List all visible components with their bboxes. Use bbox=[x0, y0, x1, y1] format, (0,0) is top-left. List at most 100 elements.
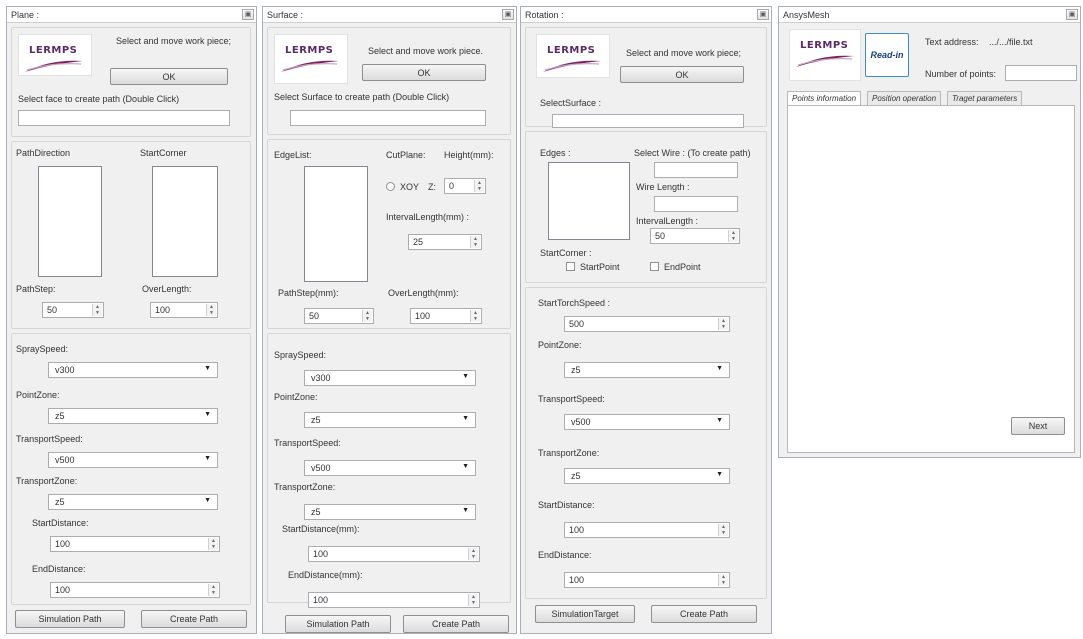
spinner-arrows-icon[interactable]: ▲ ▼ bbox=[92, 304, 102, 316]
rotation-end-point-checkbox[interactable] bbox=[650, 262, 659, 271]
spinner-arrows-icon[interactable]: ▲ ▼ bbox=[718, 524, 728, 536]
spinner-arrows-icon[interactable]: ▲ ▼ bbox=[208, 584, 218, 596]
surface-spray-speed-select[interactable]: v300 ▼ bbox=[304, 370, 476, 386]
rotation-interval-label: IntervalLength : bbox=[636, 216, 699, 226]
rotation-select-surface-input[interactable] bbox=[552, 114, 744, 128]
chevron-down-icon[interactable]: ▼ bbox=[462, 373, 469, 380]
surface-edge-group: EdgeList: CutPlane: Height(mm): XOY Z: 0… bbox=[267, 139, 511, 329]
spinner-arrows-icon[interactable]: ▲ ▼ bbox=[470, 236, 480, 248]
plane-ok-button[interactable]: OK bbox=[110, 68, 228, 85]
surface-over-length-label: OverLength(mm): bbox=[388, 288, 459, 298]
plane-path-step-spinner[interactable]: 50 ▲ ▼ bbox=[42, 302, 104, 318]
spinner-arrows-icon[interactable]: ▲ ▼ bbox=[468, 594, 478, 606]
plane-simulation-path-button[interactable]: Simulation Path bbox=[15, 610, 125, 628]
surface-select-label: Select Surface to create path (Double Cl… bbox=[274, 92, 450, 102]
chevron-down-icon[interactable]: ▼ bbox=[716, 417, 723, 424]
plane-path-direction-list[interactable] bbox=[38, 166, 102, 277]
chevron-down-icon[interactable]: ▼ bbox=[204, 411, 211, 418]
plane-end-distance-spinner[interactable]: 100 ▲ ▼ bbox=[50, 582, 220, 598]
rotation-transport-zone-select[interactable]: z5 ▼ bbox=[564, 468, 730, 484]
surface-edge-list[interactable] bbox=[304, 166, 368, 282]
surface-height-spinner[interactable]: 0 ▲ ▼ bbox=[444, 178, 486, 194]
surface-interval-spinner[interactable]: 25 ▲ ▼ bbox=[408, 234, 482, 250]
surface-interval-label: IntervalLength(mm) : bbox=[386, 212, 470, 222]
plane-over-length-spinner[interactable]: 100 ▲ ▼ bbox=[150, 302, 218, 318]
surface-select-input[interactable] bbox=[290, 110, 486, 126]
surface-start-distance-spinner[interactable]: 100 ▲ ▼ bbox=[308, 546, 480, 562]
plane-start-distance-spinner[interactable]: 100 ▲ ▼ bbox=[50, 536, 220, 552]
spinner-arrows-icon[interactable]: ▲ ▼ bbox=[728, 230, 738, 242]
rotation-ok-button[interactable]: OK bbox=[620, 66, 744, 83]
chevron-down-icon[interactable]: ▼ bbox=[204, 455, 211, 462]
rotation-simulation-target-button[interactable]: SimulationTarget bbox=[535, 605, 635, 623]
spinner-arrows-icon[interactable]: ▲ ▼ bbox=[474, 180, 484, 192]
spinner-arrows-icon[interactable]: ▲ ▼ bbox=[718, 318, 728, 330]
spinner-arrows-icon[interactable]: ▲ ▼ bbox=[208, 538, 218, 550]
spinner-arrows-icon[interactable]: ▲ ▼ bbox=[718, 574, 728, 586]
ansys-close-icon[interactable]: ▣ bbox=[1066, 9, 1078, 20]
ansys-logo-text: LERMPS bbox=[800, 40, 849, 51]
logo-swoosh-icon bbox=[543, 60, 601, 72]
plane-start-corner-list[interactable] bbox=[152, 166, 218, 277]
rotation-transport-speed-select[interactable]: v500 ▼ bbox=[564, 414, 730, 430]
surface-point-zone-select[interactable]: z5 ▼ bbox=[304, 412, 476, 428]
surface-create-path-button[interactable]: Create Path bbox=[403, 615, 509, 633]
rotation-start-point-checkbox[interactable] bbox=[566, 262, 575, 271]
surface-over-length-spinner[interactable]: 100 ▲ ▼ bbox=[410, 308, 482, 324]
tab-position-operation[interactable]: Position operation bbox=[867, 91, 942, 105]
surface-close-icon[interactable]: ▣ bbox=[502, 9, 514, 20]
plane-point-zone-select[interactable]: z5 ▼ bbox=[48, 408, 218, 424]
rotation-wire-length-input[interactable] bbox=[654, 196, 738, 212]
tab-target-parameters[interactable]: Traget parameters bbox=[947, 91, 1023, 105]
surface-xoy-radio[interactable] bbox=[386, 182, 395, 191]
ansys-next-button[interactable]: Next bbox=[1011, 417, 1065, 435]
rotation-interval-spinner[interactable]: 50 ▲ ▼ bbox=[650, 228, 740, 244]
chevron-down-icon[interactable]: ▼ bbox=[462, 463, 469, 470]
ansys-read-in-button[interactable]: Read-in bbox=[865, 33, 909, 77]
plane-create-path-button[interactable]: Create Path bbox=[141, 610, 247, 628]
plane-spray-speed-select[interactable]: v300 ▼ bbox=[48, 362, 218, 378]
surface-ok-button[interactable]: OK bbox=[362, 64, 486, 81]
rotation-wire-input[interactable] bbox=[654, 162, 738, 178]
plane-transport-speed-select[interactable]: v500 ▼ bbox=[48, 452, 218, 468]
rotation-start-torch-spinner[interactable]: 500 ▲ ▼ bbox=[564, 316, 730, 332]
plane-close-icon[interactable]: ▣ bbox=[242, 9, 254, 20]
ansys-num-points-input[interactable] bbox=[1005, 65, 1077, 81]
rotation-edges-list[interactable] bbox=[548, 162, 630, 240]
surface-edge-list-label: EdgeList: bbox=[274, 150, 312, 160]
plane-transport-zone-select[interactable]: z5 ▼ bbox=[48, 494, 218, 510]
rotation-end-distance-spinner[interactable]: 100 ▲ ▼ bbox=[564, 572, 730, 588]
rotation-start-torch-label: StartTorchSpeed : bbox=[538, 298, 611, 308]
surface-point-zone-label: PointZone: bbox=[274, 392, 318, 402]
surface-height-label: Height(mm): bbox=[444, 150, 494, 160]
chevron-down-icon[interactable]: ▼ bbox=[462, 507, 469, 514]
plane-title: Plane : bbox=[11, 10, 40, 20]
chevron-down-icon[interactable]: ▼ bbox=[204, 497, 211, 504]
spinner-arrows-icon[interactable]: ▲ ▼ bbox=[468, 548, 478, 560]
rotation-point-zone-label: PointZone: bbox=[538, 340, 582, 350]
surface-start-distance-label: StartDistance(mm): bbox=[282, 524, 360, 534]
spinner-arrows-icon[interactable]: ▲ ▼ bbox=[470, 310, 480, 322]
chevron-down-icon[interactable]: ▼ bbox=[462, 415, 469, 422]
rotation-point-zone-select[interactable]: z5 ▼ bbox=[564, 362, 730, 378]
tab-points-information[interactable]: Points information bbox=[787, 91, 862, 105]
rotation-create-path-button[interactable]: Create Path bbox=[651, 605, 757, 623]
chevron-down-icon[interactable]: ▼ bbox=[716, 365, 723, 372]
surface-path-step-spinner[interactable]: 50 ▲ ▼ bbox=[304, 308, 374, 324]
surface-logo-text: LERMPS bbox=[285, 45, 334, 56]
spinner-arrows-icon[interactable]: ▲ ▼ bbox=[206, 304, 216, 316]
plane-path-direction-label: PathDirection bbox=[16, 148, 71, 158]
plane-point-zone-label: PointZone: bbox=[16, 390, 60, 400]
surface-transport-zone-select[interactable]: z5 ▼ bbox=[304, 504, 476, 520]
surface-end-distance-spinner[interactable]: 100 ▲ ▼ bbox=[308, 592, 480, 608]
plane-path-step-label: PathStep: bbox=[16, 284, 56, 294]
chevron-down-icon[interactable]: ▼ bbox=[716, 471, 723, 478]
rotation-start-distance-label: StartDistance: bbox=[538, 500, 595, 510]
surface-transport-speed-select[interactable]: v500 ▼ bbox=[304, 460, 476, 476]
plane-face-input[interactable] bbox=[18, 110, 230, 126]
rotation-start-distance-spinner[interactable]: 100 ▲ ▼ bbox=[564, 522, 730, 538]
chevron-down-icon[interactable]: ▼ bbox=[204, 365, 211, 372]
surface-simulation-path-button[interactable]: Simulation Path bbox=[285, 615, 391, 633]
rotation-close-icon[interactable]: ▣ bbox=[757, 9, 769, 20]
spinner-arrows-icon[interactable]: ▲ ▼ bbox=[362, 310, 372, 322]
